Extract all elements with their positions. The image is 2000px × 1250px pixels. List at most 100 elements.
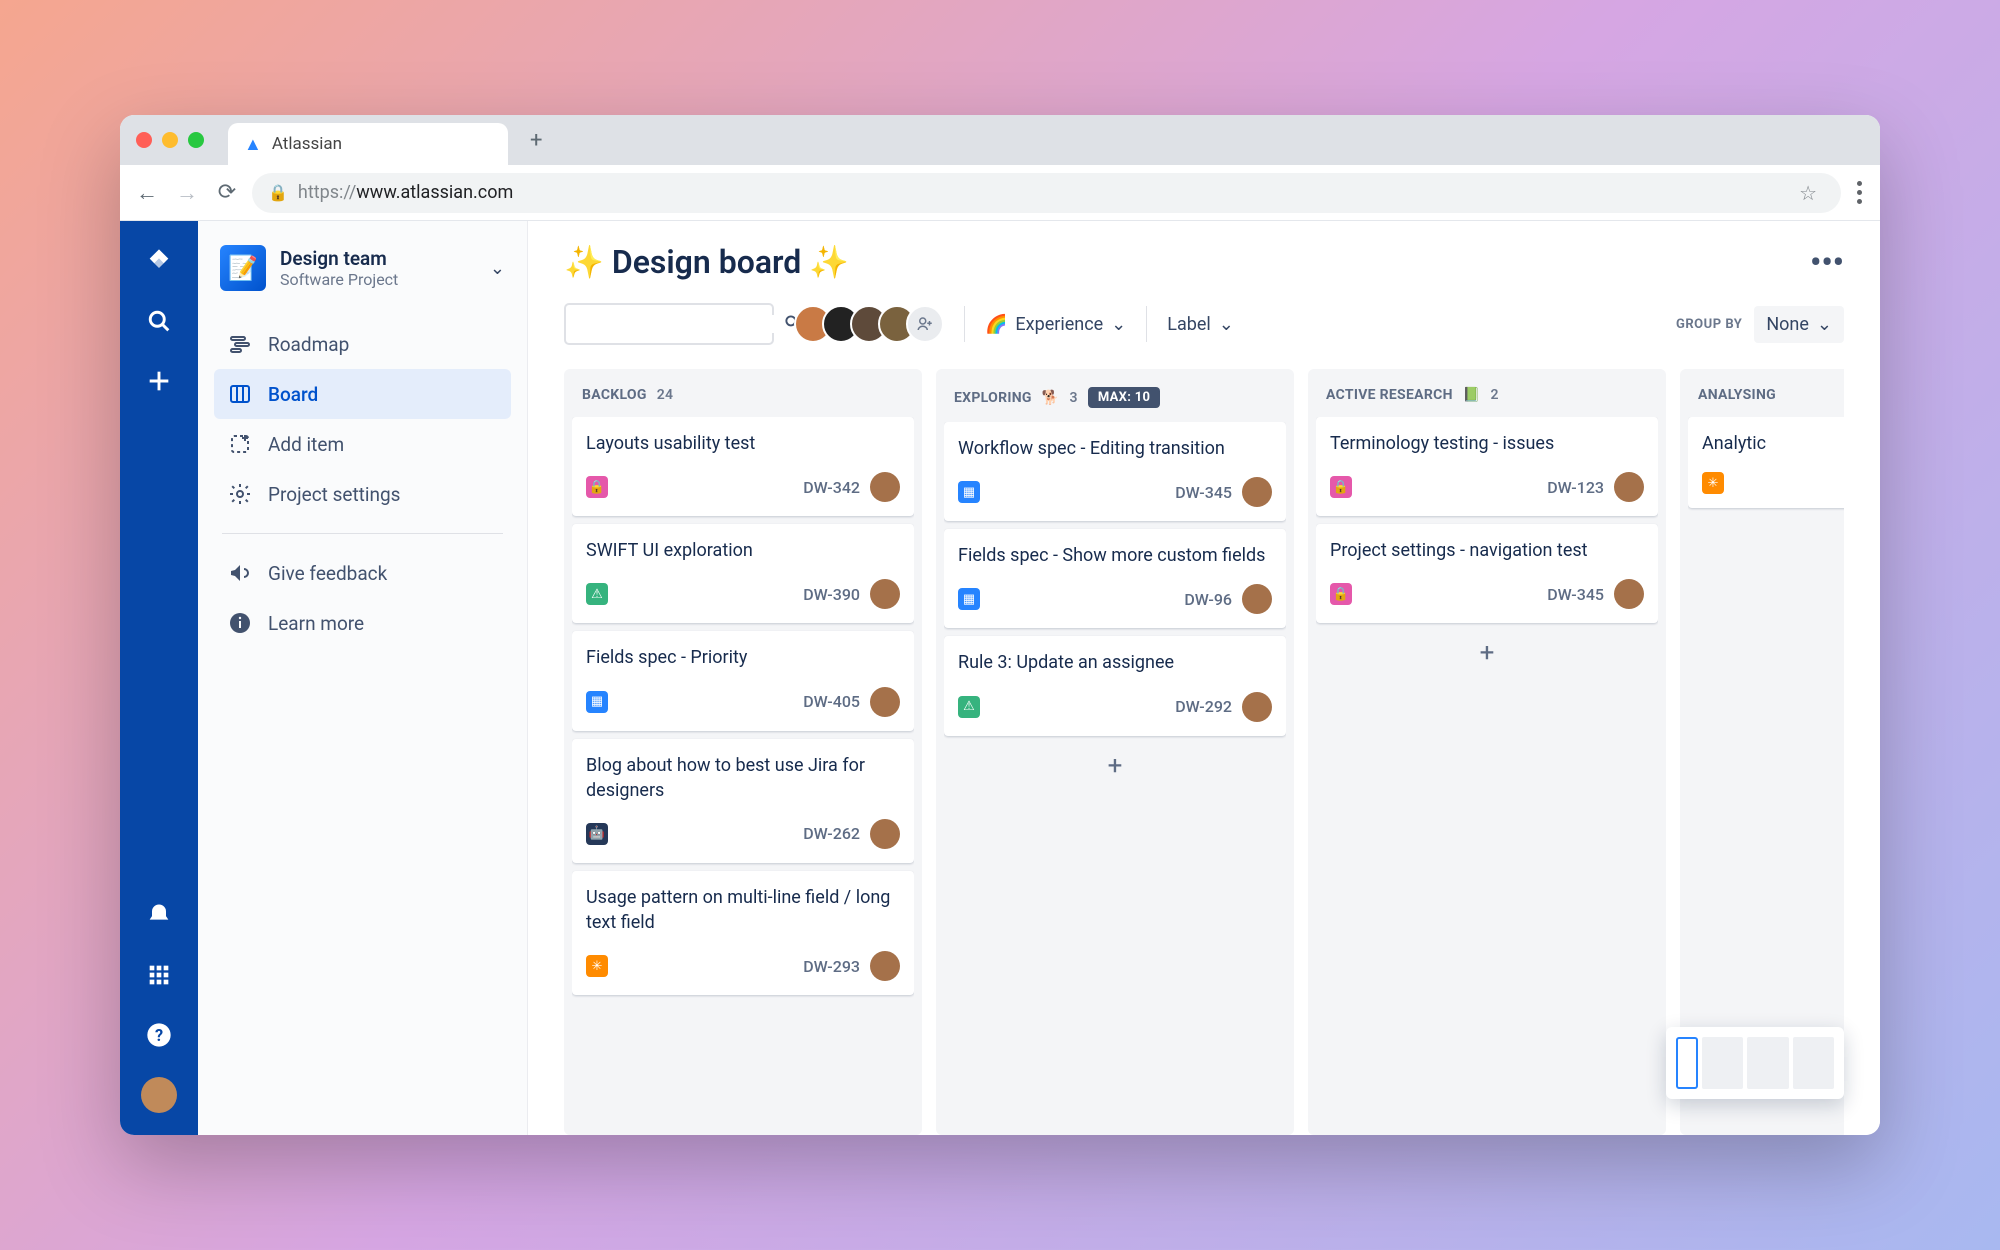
issue-card[interactable]: Workflow spec - Editing transition ▦ DW-… (944, 422, 1286, 521)
card-footer: ⚠ DW-390 (586, 579, 900, 609)
nav-back-button[interactable]: ← (132, 178, 162, 208)
column-body: Layouts usability test 🔒 DW-342 SWIFT UI… (572, 417, 914, 1123)
issue-card[interactable]: Blog about how to best use Jira for desi… (572, 739, 914, 863)
user-avatar[interactable] (141, 1077, 177, 1113)
experience-label: Experience (1015, 314, 1103, 335)
card-key: DW-345 (1175, 483, 1232, 502)
card-footer: 🔒 DW-123 (1330, 472, 1644, 502)
card-footer: ✳ DW-293 (586, 951, 900, 981)
board-search[interactable] (564, 303, 774, 345)
assignee-avatar (1614, 472, 1644, 502)
help-icon[interactable]: ? (141, 1017, 177, 1053)
search-input[interactable] (576, 315, 783, 333)
column-header: ANALYSING (1688, 381, 1844, 417)
card-footer: 🤖 DW-262 (586, 819, 900, 849)
new-tab-button[interactable]: + (530, 128, 542, 153)
window-controls (136, 132, 204, 148)
column-header: BACKLOG24 (572, 381, 914, 417)
column-emoji-icon: 🐕 (1042, 390, 1060, 406)
card-footer: 🔒 DW-342 (586, 472, 900, 502)
card-key: DW-390 (803, 585, 860, 604)
issue-card[interactable]: Project settings - navigation test 🔒 DW-… (1316, 524, 1658, 623)
issue-card[interactable]: Layouts usability test 🔒 DW-342 (572, 417, 914, 516)
card-title: Analytic (1702, 431, 1844, 456)
notifications-icon[interactable] (141, 897, 177, 933)
board-more-button[interactable]: ••• (1810, 243, 1844, 281)
experience-filter[interactable]: 🌈 Experience ⌄ (985, 314, 1126, 335)
url-input[interactable]: 🔒 https://www.atlassian.com ☆ (252, 173, 1841, 213)
minimize-window-button[interactable] (162, 132, 178, 148)
card-title: Fields spec - Priority (586, 645, 900, 670)
browser-menu-button[interactable] (1851, 181, 1868, 204)
board-columns: BACKLOG24 Layouts usability test 🔒 DW-34… (564, 369, 1844, 1135)
tab-strip: ▲ Atlassian + (120, 115, 1880, 165)
apps-grid-icon[interactable] (141, 957, 177, 993)
card-title: Terminology testing - issues (1330, 431, 1644, 456)
card-key: DW-96 (1184, 590, 1232, 609)
assignee-avatar (1242, 477, 1272, 507)
issue-type-icon: ⚠ (586, 583, 608, 605)
assignee-filter[interactable] (794, 305, 944, 343)
search-icon[interactable] (141, 303, 177, 339)
board-minimap[interactable] (1666, 1027, 1844, 1099)
column-max-badge: MAX: 10 (1088, 387, 1160, 408)
sidebar-item-board[interactable]: Board (214, 369, 511, 419)
sidebar-item-label: Add item (268, 433, 344, 456)
sidebar-item-add[interactable]: Add item (214, 419, 511, 469)
project-avatar-icon: 📝 (220, 245, 266, 291)
create-icon[interactable] (141, 363, 177, 399)
separator (964, 306, 965, 342)
issue-card[interactable]: Usage pattern on multi-line field / long… (572, 871, 914, 995)
label-filter[interactable]: Label ⌄ (1167, 314, 1234, 335)
card-title: Rule 3: Update an assignee (958, 650, 1272, 675)
nav-forward-button[interactable]: → (172, 178, 202, 208)
add-item-icon (228, 432, 252, 456)
issue-card[interactable]: Fields spec - Priority ▦ DW-405 (572, 631, 914, 730)
jira-logo-icon[interactable] (141, 243, 177, 279)
close-window-button[interactable] (136, 132, 152, 148)
browser-window: ▲ Atlassian + ← → ⟳ 🔒 https://www.atlass… (120, 115, 1880, 1135)
project-switcher[interactable]: 📝 Design team Software Project ⌄ (214, 245, 511, 291)
add-people-button[interactable] (906, 305, 944, 343)
column-body: Analytic ✳ (1688, 417, 1844, 1123)
card-title: Workflow spec - Editing transition (958, 436, 1272, 461)
card-title: Layouts usability test (586, 431, 900, 456)
app-container: ? 📝 Design team Software Project ⌄ Roadm… (120, 221, 1880, 1135)
bookmark-star-icon[interactable]: ☆ (1799, 181, 1817, 205)
issue-card[interactable]: Fields spec - Show more custom fields ▦ … (944, 529, 1286, 628)
atlassian-favicon-icon: ▲ (244, 134, 262, 155)
card-footer: 🔒 DW-345 (1330, 579, 1644, 609)
issue-card[interactable]: Terminology testing - issues 🔒 DW-123 (1316, 417, 1658, 516)
sidebar-item-roadmap[interactable]: Roadmap (214, 319, 511, 369)
sidebar-learn-more[interactable]: Learn more (214, 598, 511, 648)
issue-card[interactable]: Rule 3: Update an assignee ⚠ DW-292 (944, 636, 1286, 735)
main-content: ✨ Design board ✨ ••• (528, 221, 1880, 1135)
issue-card[interactable]: Analytic ✳ (1688, 417, 1844, 508)
nav-reload-button[interactable]: ⟳ (212, 178, 242, 208)
sidebar-item-label: Roadmap (268, 333, 349, 356)
issue-card[interactable]: SWIFT UI exploration ⚠ DW-390 (572, 524, 914, 623)
project-name: Design team (280, 247, 476, 270)
board-toolbar: 🌈 Experience ⌄ Label ⌄ GROUP BY None ⌄ (564, 303, 1844, 345)
maximize-window-button[interactable] (188, 132, 204, 148)
tab-title: Atlassian (272, 134, 342, 154)
issue-type-icon: 🔒 (1330, 476, 1352, 498)
url-domain: www.atlassian.com (356, 182, 513, 203)
minimap-viewport[interactable] (1676, 1037, 1698, 1089)
column-count: 3 (1070, 390, 1078, 406)
sidebar-item-settings[interactable]: Project settings (214, 469, 511, 519)
project-type: Software Project (280, 270, 476, 289)
add-card-button[interactable]: + (944, 744, 1286, 788)
url-prefix: https:// (298, 182, 356, 203)
issue-type-icon: 🔒 (586, 476, 608, 498)
assignee-avatar (1242, 584, 1272, 614)
browser-tab[interactable]: ▲ Atlassian (228, 123, 508, 165)
group-by-select[interactable]: None ⌄ (1754, 306, 1844, 343)
sidebar-give-feedback[interactable]: Give feedback (214, 548, 511, 598)
add-card-button[interactable]: + (1316, 631, 1658, 675)
issue-type-icon: ⚠ (958, 696, 980, 718)
assignee-avatar (870, 819, 900, 849)
card-title: Project settings - navigation test (1330, 538, 1644, 563)
gear-icon (228, 482, 252, 506)
board-icon (228, 382, 252, 406)
